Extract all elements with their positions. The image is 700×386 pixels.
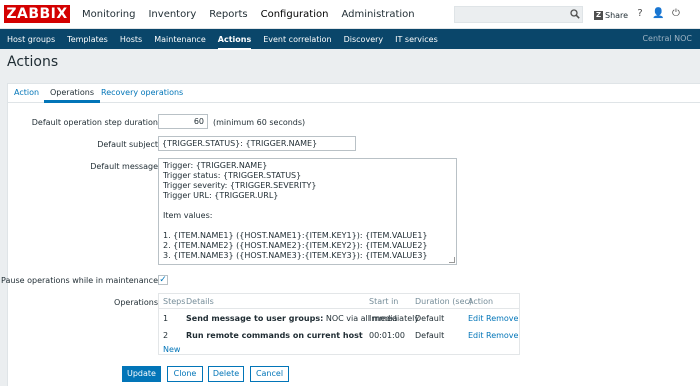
row1-start-in: Immediately	[369, 314, 420, 323]
col-start-in: Start in	[369, 297, 399, 306]
search-icon[interactable]	[570, 9, 580, 19]
row1-details-bold: Send message to user groups:	[186, 314, 324, 323]
tab-operations[interactable]: Operations	[50, 88, 94, 97]
menu-monitoring[interactable]: Monitoring	[82, 9, 135, 20]
default-message-label: Default message	[90, 162, 158, 171]
tab-action[interactable]: Action	[14, 88, 39, 97]
submenu-maintenance[interactable]: Maintenance	[154, 35, 206, 44]
menu-configuration[interactable]: Configuration	[261, 9, 329, 20]
menu-reports[interactable]: Reports	[209, 9, 247, 20]
col-duration: Duration (sec)	[415, 297, 473, 306]
menu-inventory[interactable]: Inventory	[148, 9, 196, 20]
row2-start-in: 00:01:00	[369, 331, 405, 340]
share-icon: Z	[594, 10, 603, 20]
page-title: Actions	[7, 54, 59, 70]
submenu-hosts[interactable]: Hosts	[120, 35, 142, 44]
pause-operations-checkbox[interactable]: ✓	[158, 275, 168, 285]
row2-details: Run remote commands on current host	[186, 331, 363, 340]
default-message-textarea[interactable]: Trigger: {TRIGGER.NAME} Trigger status: …	[158, 158, 457, 265]
share-link[interactable]: Z Share	[594, 9, 628, 21]
zabbix-logo[interactable]: ZABBIX	[4, 5, 70, 23]
operations-label: Operations	[114, 298, 158, 307]
col-steps: Steps	[163, 297, 186, 306]
search-input[interactable]	[454, 6, 583, 23]
sign-out-icon[interactable]: ⏻	[670, 8, 682, 20]
submenu-event-correlation[interactable]: Event correlation	[263, 35, 331, 44]
step-duration-input[interactable]: 60	[158, 114, 208, 129]
submenu-host-groups[interactable]: Host groups	[7, 35, 55, 44]
step-duration-label: Default operation step duration	[31, 118, 158, 127]
row1-duration: Default	[415, 314, 445, 323]
update-button[interactable]: Update	[122, 366, 161, 382]
share-label: Share	[605, 10, 629, 20]
clone-button[interactable]: Clone	[167, 366, 203, 382]
col-action: Action	[468, 297, 494, 306]
default-subject-input[interactable]: {TRIGGER.STATUS}: {TRIGGER.NAME}	[158, 136, 356, 151]
col-details: Details	[186, 297, 214, 306]
row2-duration: Default	[415, 331, 445, 340]
default-message-text: Trigger: {TRIGGER.NAME} Trigger status: …	[163, 161, 428, 260]
sub-menu: Host groups Templates Hosts Maintenance …	[0, 29, 700, 50]
cancel-button[interactable]: Cancel	[250, 366, 289, 382]
operations-table: Steps Details Start in Duration (sec) Ac…	[158, 293, 520, 355]
submenu-it-services[interactable]: IT services	[395, 35, 438, 44]
help-icon[interactable]: ?	[634, 8, 646, 20]
row1-details: Send message to user groups: NOC via all…	[186, 314, 397, 323]
row1-edit-link[interactable]: Edit	[468, 314, 484, 323]
tab-bar: Action Operations Recovery operations	[8, 84, 700, 103]
row2-remove-link[interactable]: Remove	[486, 331, 518, 340]
submenu-actions[interactable]: Actions	[217, 35, 252, 50]
top-header: ZABBIX Monitoring Inventory Reports Conf…	[0, 0, 700, 29]
header-divider	[159, 308, 519, 309]
row1-step: 1	[163, 314, 169, 323]
resize-grip-icon[interactable]	[449, 257, 455, 263]
action-form-panel: Action Operations Recovery operations De…	[1, 83, 700, 386]
delete-button[interactable]: Delete	[208, 366, 244, 382]
step-duration-hint: (minimum 60 seconds)	[213, 118, 306, 127]
pause-operations-label: Pause operations while in maintenance	[1, 276, 158, 285]
menu-administration[interactable]: Administration	[341, 9, 414, 20]
row2-edit-link[interactable]: Edit	[468, 331, 484, 340]
server-name: Central NOC	[642, 34, 692, 43]
row2-step: 2	[163, 331, 169, 340]
main-menu: Monitoring Inventory Reports Configurati…	[82, 0, 428, 29]
submenu-templates[interactable]: Templates	[67, 35, 108, 44]
user-profile-icon[interactable]: 👤	[652, 8, 664, 20]
row1-remove-link[interactable]: Remove	[486, 314, 518, 323]
new-operation-link[interactable]: New	[163, 345, 180, 354]
default-subject-label: Default subject	[97, 140, 158, 149]
tab-recovery-operations[interactable]: Recovery operations	[101, 88, 183, 97]
active-tab-indicator	[44, 100, 100, 103]
submenu-discovery[interactable]: Discovery	[344, 35, 384, 44]
